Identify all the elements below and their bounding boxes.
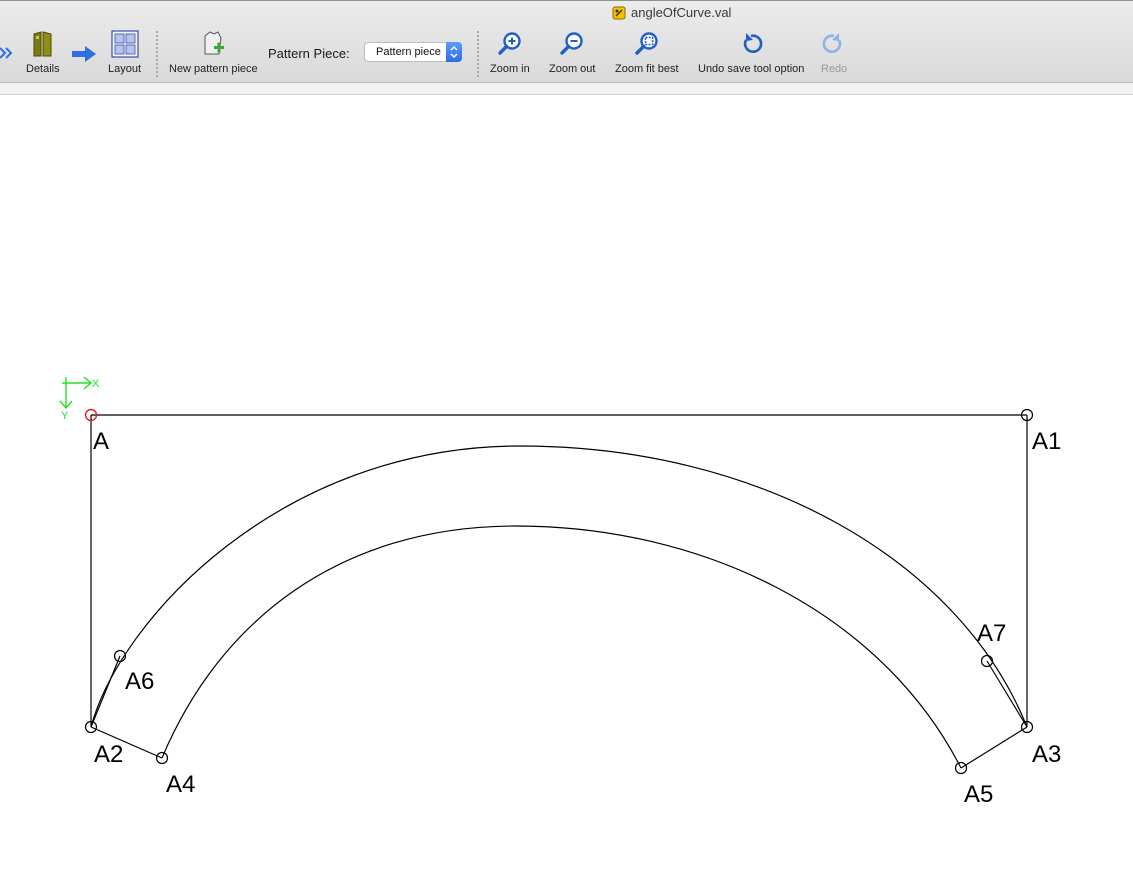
axis-x-label: X: [92, 378, 100, 390]
point-label-A6[interactable]: A6: [125, 668, 154, 695]
app-window: angleOfCurve.val Details Layout New patt…: [0, 0, 1133, 876]
axis-y-label: Y: [61, 410, 69, 422]
point-label-A7[interactable]: A7: [977, 620, 1006, 647]
line-A2-A6[interactable]: [90, 655, 121, 728]
line-A3-A5[interactable]: [960, 726, 1028, 769]
drawing-canvas[interactable]: X Y A A1 A2 A3 A4 A5 A6 A7: [0, 0, 1133, 876]
point-label-A2[interactable]: A2: [94, 741, 123, 768]
point-label-A5[interactable]: A5: [964, 781, 993, 808]
point-label-A1[interactable]: A1: [1032, 428, 1061, 455]
point-label-A[interactable]: A: [93, 428, 109, 455]
point-label-A4[interactable]: A4: [166, 771, 195, 798]
curve-inner[interactable]: [161, 525, 962, 769]
line-A3-A7[interactable]: [986, 660, 1028, 728]
curve-outer[interactable]: [90, 445, 1028, 728]
point-label-A3[interactable]: A3: [1032, 741, 1061, 768]
